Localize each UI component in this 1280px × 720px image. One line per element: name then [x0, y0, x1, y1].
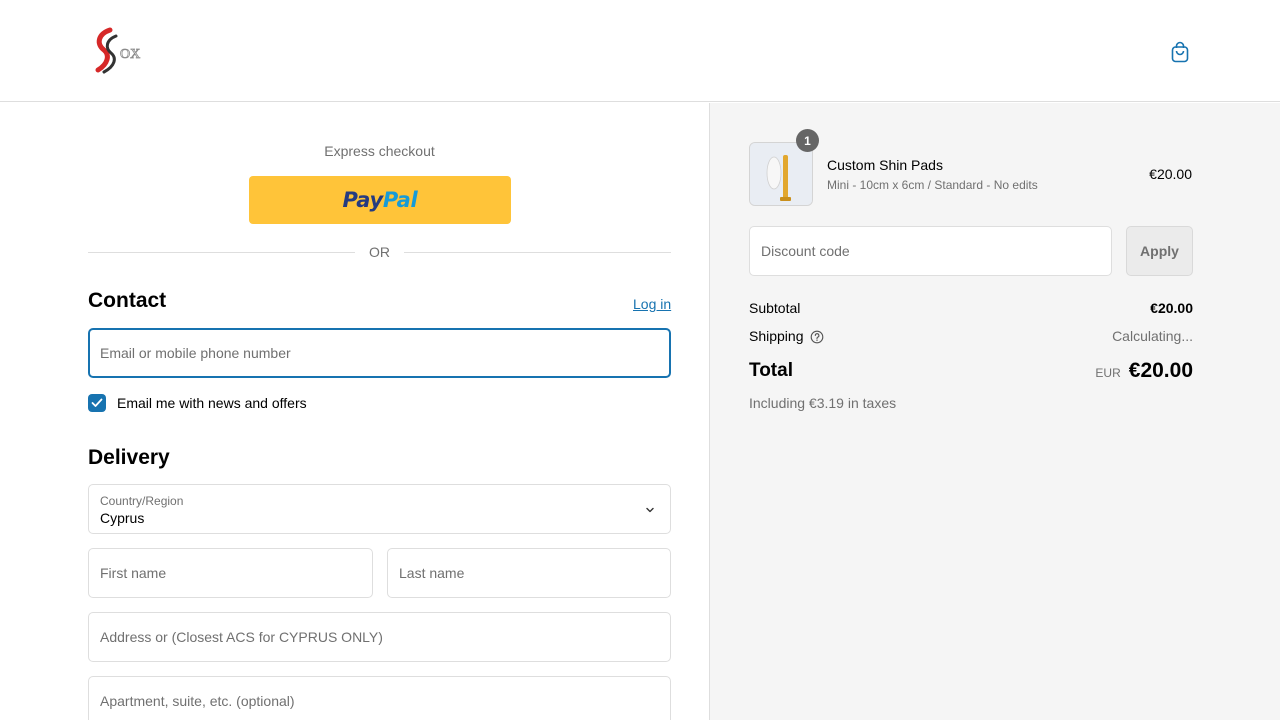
address-placeholder: Address or (Closest ACS for CYPRUS ONLY) — [100, 629, 383, 645]
store-logo[interactable]: OX — [90, 26, 142, 76]
help-circle-icon[interactable] — [810, 330, 824, 344]
first-name-field[interactable]: First name — [88, 548, 373, 598]
svg-text:OX: OX — [120, 47, 140, 62]
subtotal-label: Subtotal — [749, 300, 801, 316]
country-label: Country/Region — [100, 494, 184, 508]
order-summary-panel: 1 Custom Shin Pads Mini - 10cm x 6cm / S… — [709, 103, 1280, 720]
total-amount: €20.00 — [1128, 359, 1193, 382]
cart-button[interactable] — [1166, 36, 1194, 68]
total-label: Total — [749, 360, 793, 381]
subtotal-row: Subtotal €20.00 — [749, 298, 1193, 318]
first-name-placeholder: First name — [100, 565, 167, 581]
apply-discount-button[interactable]: Apply — [1126, 226, 1193, 276]
delivery-title: Delivery — [88, 446, 170, 469]
checkout-header: OX — [0, 0, 1280, 102]
or-text: OR — [369, 244, 390, 260]
express-checkout-label: Express checkout — [324, 143, 435, 159]
checkout-form-panel: Express checkout PayPal OR Contact Log i… — [0, 103, 709, 720]
total-row: Total EUR €20.00 — [749, 358, 1193, 384]
paypal-button[interactable]: PayPal — [249, 176, 511, 224]
shipping-label: Shipping — [749, 327, 804, 344]
subtotal-value: €20.00 — [1150, 300, 1193, 316]
quantity-badge: 1 — [796, 129, 819, 152]
product-price: €20.00 — [1149, 166, 1192, 182]
last-name-field[interactable]: Last name — [387, 548, 671, 598]
apartment-field[interactable]: Apartment, suite, etc. (optional) — [88, 676, 671, 720]
email-placeholder: Email or mobile phone number — [100, 345, 291, 361]
newsletter-checkbox[interactable] — [88, 394, 106, 412]
total-currency: EUR — [1095, 366, 1121, 380]
contact-title: Contact — [88, 289, 167, 312]
login-link[interactable]: Log in — [633, 296, 671, 312]
newsletter-checkbox-row[interactable]: Email me with news and offers — [88, 394, 307, 412]
or-divider: OR — [88, 243, 671, 261]
discount-placeholder: Discount code — [761, 243, 850, 259]
shopping-bag-icon — [1171, 41, 1189, 63]
paypal-logo: PayPal — [342, 188, 418, 212]
address-field[interactable]: Address or (Closest ACS for CYPRUS ONLY) — [88, 612, 671, 662]
chevron-down-icon — [646, 507, 654, 513]
product-name: Custom Shin Pads — [827, 157, 943, 173]
newsletter-label: Email me with news and offers — [117, 395, 307, 411]
check-icon — [91, 398, 103, 407]
shipping-value: Calculating... — [1112, 328, 1193, 344]
country-value: Cyprus — [100, 510, 145, 526]
apartment-placeholder: Apartment, suite, etc. (optional) — [100, 693, 295, 709]
taxes-note: Including €3.19 in taxes — [749, 395, 897, 411]
discount-code-input[interactable]: Discount code — [749, 226, 1112, 276]
country-select[interactable]: Country/Region Cyprus — [88, 484, 671, 534]
last-name-placeholder: Last name — [399, 565, 465, 581]
email-field[interactable]: Email or mobile phone number — [88, 328, 671, 378]
shipping-row: Shipping Calculating... — [749, 326, 1193, 346]
product-thumbnail — [749, 142, 813, 206]
product-variant: Mini - 10cm x 6cm / Standard - No edits — [827, 178, 1038, 192]
